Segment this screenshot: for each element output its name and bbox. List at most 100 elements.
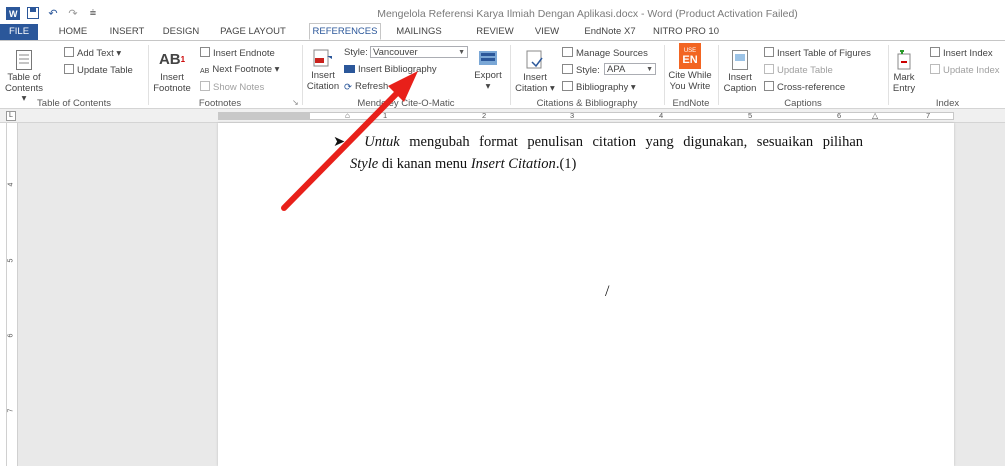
table-of-contents-button[interactable]: Table of Contents ▾ (4, 49, 44, 105)
vruler-mark: 4 (7, 182, 15, 187)
group-separator (664, 45, 665, 105)
mendeley-insert-citation-button[interactable]: Insert Citation (304, 47, 342, 92)
bibliography-icon (562, 81, 573, 91)
text-insert-citation: Insert Citation (470, 156, 556, 172)
insert-footnote-button[interactable]: AB 1 Insert Footnote (152, 49, 192, 94)
cross-reference-label: Cross-reference (777, 82, 846, 93)
tab-selector-icon[interactable]: L (6, 111, 16, 121)
ruler-mark: 7 (926, 111, 931, 120)
mendeley-style-select[interactable]: Vancouver ▼ (370, 46, 468, 58)
insert-caption-button[interactable]: Insert Caption (722, 49, 758, 94)
mouse-cursor: / (605, 283, 610, 300)
next-footnote-label: Next Footnote (212, 64, 273, 75)
insert-bibliography-button[interactable]: Insert Bibliography (344, 64, 437, 75)
group-label-index: Index (935, 98, 960, 109)
tab-design[interactable]: DESIGN (156, 24, 206, 40)
manage-sources-label: Manage Sources (576, 48, 648, 59)
vruler-mark: 5 (7, 258, 15, 263)
ribbon-tabs: FILE HOME INSERT DESIGN PAGE LAYOUT REFE… (0, 23, 1005, 40)
tab-insert[interactable]: INSERT (102, 24, 152, 40)
export-icon (477, 47, 499, 69)
footnote-icon: AB 1 (158, 50, 186, 68)
group-label-table-of-contents: Table of Contents (37, 98, 111, 109)
update-index-icon (930, 64, 940, 74)
tab-file[interactable]: FILE (0, 24, 38, 40)
ruler-mark: 2 (482, 111, 487, 120)
insert-table-of-figures-button[interactable]: Insert Table of Figures (764, 47, 871, 59)
ruler-mark: 1 (383, 111, 388, 120)
group-separator (888, 45, 889, 105)
group-label-footnotes: Footnotes (198, 98, 242, 109)
add-text-button[interactable]: Add Text ▾ (64, 47, 121, 59)
right-indent-marker-icon[interactable]: △ (872, 111, 878, 120)
insert-endnote-icon (200, 47, 210, 57)
tab-page-layout[interactable]: PAGE LAYOUT (210, 24, 296, 40)
bibliography-label: Bibliography (576, 82, 629, 93)
tab-nitro-pro[interactable]: NITRO PRO 10 (648, 24, 724, 40)
tab-endnote[interactable]: EndNote X7 (580, 24, 640, 40)
group-label-endnote: EndNote (672, 98, 710, 109)
insert-caption-icon (729, 49, 751, 71)
mendeley-style-label: Style: (344, 47, 368, 58)
tab-review[interactable]: REVIEW (470, 24, 520, 40)
ruler-bar (218, 112, 954, 120)
export-label: Export (474, 70, 502, 81)
ruler-mark: 6 (837, 111, 842, 120)
group-separator (510, 45, 511, 105)
bullet-arrow-icon: ➤ (333, 134, 346, 150)
text-style: Style (350, 156, 379, 172)
manage-sources-button[interactable]: Manage Sources (562, 47, 648, 59)
footnotes-dialog-launcher-icon[interactable]: ↘ (292, 97, 299, 108)
document-paragraph-line-1[interactable]: ➤ Untuk mengubah format penulisan citati… (333, 131, 863, 153)
ruler-mark: 3 (570, 111, 575, 120)
document-page[interactable] (218, 123, 954, 466)
cite-while-you-write-button[interactable]: USE EN Cite While You Write (666, 43, 714, 92)
mark-entry-icon (893, 49, 915, 71)
tab-home[interactable]: HOME (48, 24, 98, 40)
vertical-ruler[interactable]: 4 5 6 7 (6, 123, 18, 466)
refresh-icon: ⟳ (344, 82, 352, 93)
mark-entry-button[interactable]: Mark Entry (890, 49, 918, 94)
insert-caption-label: Insert Caption (723, 72, 757, 94)
tab-view[interactable]: VIEW (528, 24, 566, 40)
update-table-icon (64, 64, 74, 74)
chevron-down-icon: ▼ (458, 49, 465, 56)
mendeley-style-value: Vancouver (373, 47, 418, 58)
update-table-figures-button[interactable]: Update Table (764, 64, 833, 76)
refresh-label: Refresh (354, 81, 389, 92)
export-button[interactable]: Export ▾ (470, 47, 506, 92)
update-table-figures-label: Update Table (777, 65, 833, 76)
group-separator (148, 45, 149, 105)
group-separator (718, 45, 719, 105)
citation-style-select[interactable]: APA ▼ (604, 63, 656, 75)
insert-citation-icon (524, 49, 546, 71)
update-table-button[interactable]: Update Table (64, 64, 133, 76)
insert-index-button[interactable]: Insert Index (930, 47, 993, 59)
insert-bibliography-label: Insert Bibliography (358, 64, 437, 75)
horizontal-ruler[interactable]: L 1 2 3 4 5 6 7 ⌂ △ (0, 109, 1005, 123)
tab-mailings[interactable]: MAILINGS (390, 24, 448, 40)
next-footnote-button[interactable]: AB Next Footnote ▾ (200, 64, 279, 76)
ruler-left-margin (218, 112, 310, 120)
show-notes-icon (200, 81, 210, 91)
refresh-button[interactable]: ⟳ Refresh (344, 81, 389, 93)
manage-sources-icon (562, 47, 573, 57)
group-label-citations: Citations & Bibliography (536, 98, 638, 109)
indent-marker-icon[interactable]: ⌂ (345, 111, 350, 120)
insert-citation-button[interactable]: Insert Citation ▾ (512, 49, 558, 94)
update-index-button[interactable]: Update Index (930, 64, 1000, 76)
table-of-contents-icon (13, 49, 35, 71)
show-notes-button[interactable]: Show Notes (200, 81, 264, 93)
table-of-contents-label: Table of Contents (4, 72, 44, 94)
mendeley-insert-citation-label: Insert Citation (306, 70, 340, 92)
insert-endnote-button[interactable]: Insert Endnote (200, 47, 275, 59)
add-text-icon (64, 47, 74, 57)
window-title: Mengelola Referensi Karya Ilmiah Dengan … (377, 8, 798, 20)
tab-references[interactable]: REFERENCES (309, 23, 381, 40)
cite-while-you-write-label: Cite While You Write (668, 70, 712, 92)
vruler-mark: 6 (7, 333, 15, 338)
document-paragraph-line-2[interactable]: Style di kanan menu Insert Citation.(1) (350, 153, 576, 175)
bibliography-button[interactable]: Bibliography ▾ (562, 81, 636, 93)
insert-footnote-label: Insert Footnote (153, 72, 191, 94)
cross-reference-button[interactable]: Cross-reference (764, 81, 845, 93)
